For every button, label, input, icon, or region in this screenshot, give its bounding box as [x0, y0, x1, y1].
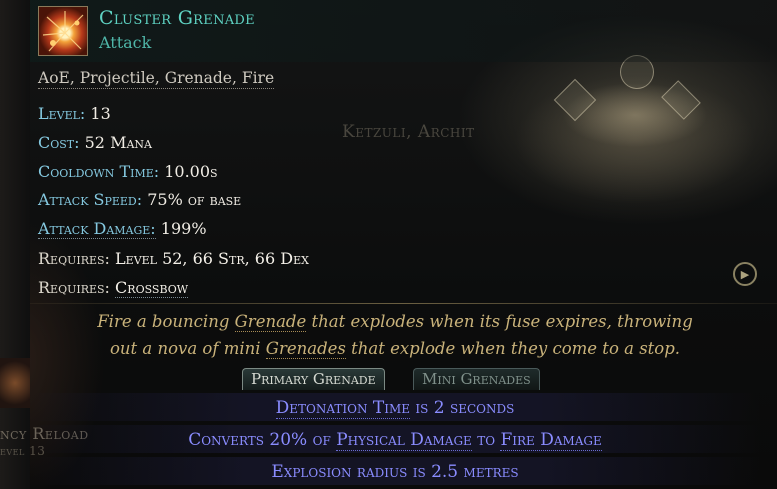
left-panel-strip [0, 0, 30, 489]
stat-label: Cost: [38, 133, 80, 152]
stat-value: 52 Mana [84, 133, 152, 152]
stat-attack-damage: Attack Damage: 199% [38, 219, 207, 239]
modifier-line: Detonation Time is 2 seconds [30, 398, 760, 419]
stat-value: Level 52, 66 Str, 66 Dex [115, 249, 309, 268]
description-text: that explode when they come to a stop. [345, 339, 681, 358]
keyword-grenades[interactable]: Grenades [265, 339, 346, 359]
skill-tags: AoE, Projectile, Grenade, Fire [38, 69, 275, 89]
stat-label[interactable]: Attack Damage: [38, 219, 156, 239]
stat-requires-attributes: Requires: Level 52, 66 Str, 66 Dex [38, 249, 309, 268]
cluster-grenade-icon [38, 6, 88, 56]
skill-portrait-left [0, 358, 30, 408]
description-text: Fire a bouncing [97, 312, 235, 331]
skill-description-line: out a nova of mini Grenades that explode… [30, 339, 760, 359]
stat-label: Cooldown Time: [38, 162, 160, 181]
tab-primary-grenade[interactable]: Primary Grenade [242, 368, 385, 390]
skill-description-line: Fire a bouncing Grenade that explodes wh… [30, 312, 760, 332]
modifier-text: to [471, 430, 501, 450]
stat-label: Requires: [38, 278, 110, 297]
keyword-physical-damage[interactable]: Physical Damage [336, 430, 472, 451]
stat-requires-weapon: Requires: Crossbow [38, 278, 189, 298]
modifier-text: Converts 20% of [188, 430, 337, 450]
modifier-text: is 2 seconds [410, 398, 515, 418]
stat-label: Level: [38, 104, 86, 123]
skill-tooltip: Cluster Grenade Attack AoE, Projectile, … [30, 0, 777, 489]
stat-attack-speed: Attack Speed: 75% of base [38, 190, 241, 209]
stat-label: Requires: [38, 249, 110, 268]
stat-value[interactable]: Crossbow [115, 278, 189, 298]
stat-cooldown: Cooldown Time: 10.00s [38, 162, 218, 181]
tab-mini-grenades[interactable]: Mini Grenades [413, 368, 540, 390]
keyword-grenade[interactable]: Grenade [234, 312, 307, 332]
stat-label: Attack Speed: [38, 190, 143, 209]
stat-value: 13 [90, 104, 111, 123]
stat-value: 75% of base [147, 190, 242, 209]
skill-type: Attack [99, 33, 152, 52]
keyword-detonation-time[interactable]: Detonation Time [275, 398, 410, 419]
stat-cost: Cost: 52 Mana [38, 133, 152, 152]
tooltip-header: Cluster Grenade Attack [30, 0, 770, 62]
stat-value: 199% [160, 219, 207, 238]
skill-name: Cluster Grenade [99, 7, 255, 29]
divider [30, 303, 777, 304]
stat-value: 10.00s [164, 162, 218, 181]
description-text: that explodes when its fuse expires, thr… [306, 312, 693, 331]
stat-level: Level: 13 [38, 104, 111, 123]
modifier-line: Converts 20% of Physical Damage to Fire … [30, 430, 760, 451]
modifier-line: Explosion radius is 2.5 metres [271, 462, 519, 482]
keyword-fire-damage[interactable]: Fire Damage [500, 430, 602, 451]
description-text: out a nova of mini [109, 339, 266, 358]
